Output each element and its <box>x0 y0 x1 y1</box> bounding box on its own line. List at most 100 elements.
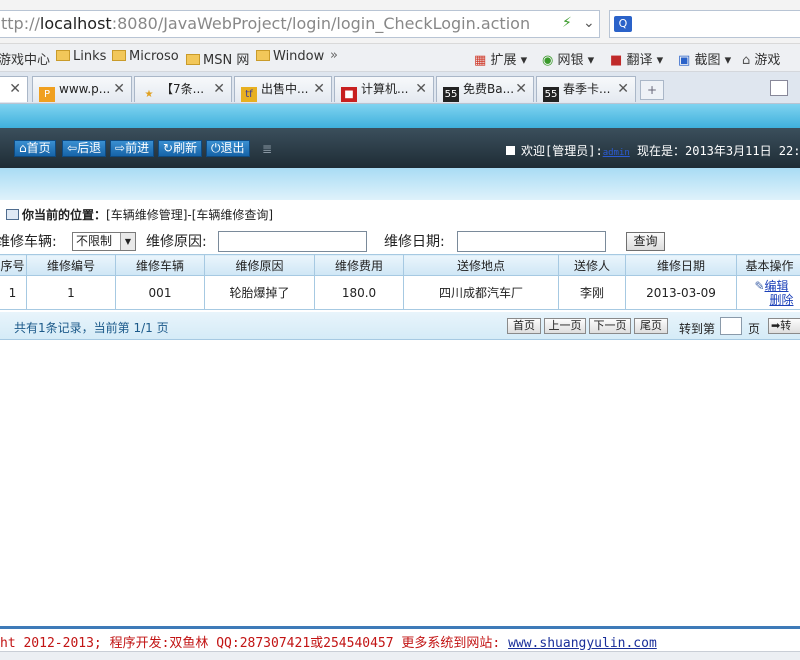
col-place: 送修地点 <box>403 254 559 276</box>
cell-vehicle: 001 <box>115 275 205 310</box>
toolbar-extensions[interactable]: ▦ 扩展 ▾ <box>474 49 527 68</box>
col-vehicle: 维修车辆 <box>115 254 205 276</box>
toolbar-games[interactable]: ⌂ 游戏 <box>742 49 780 68</box>
header-nav-bar: ⌂首页 ⇦后退 ⇨前进 ↻刷新 ⏻退出 ≣ 欢迎[管理员]:admin 现在是：… <box>0 128 800 168</box>
url-host: localhost <box>39 14 112 33</box>
nav-back-button[interactable]: ⇦后退 <box>62 140 107 157</box>
col-person: 送修人 <box>558 254 626 276</box>
site55-icon: 55 <box>443 87 459 102</box>
star-icon: ★ <box>144 89 154 100</box>
first-page-button[interactable]: 首页 <box>507 318 541 334</box>
last-page-button[interactable]: 尾页 <box>634 318 668 334</box>
tab-spring[interactable]: 55 春季卡... ✕ <box>536 76 636 102</box>
new-tab-button[interactable]: + <box>640 80 664 100</box>
next-page-button[interactable]: 下一页 <box>589 318 631 334</box>
header-banner <box>0 104 800 128</box>
tab-active[interactable]: ✕ <box>0 76 28 102</box>
col-reason: 维修原因 <box>204 254 315 276</box>
tab-free[interactable]: 55 免费Ba... ✕ <box>436 76 534 102</box>
browser-address-row: ttp://localhost:8080/JavaWebProject/logi… <box>0 0 800 44</box>
nav-logout-button[interactable]: ⏻退出 <box>206 140 250 157</box>
header-bottom-band <box>0 168 800 200</box>
col-code: 维修编号 <box>26 254 116 276</box>
go-button[interactable]: ➡转 <box>768 318 800 334</box>
cell-person: 李刚 <box>558 275 626 310</box>
fav-item-windows[interactable]: Window <box>256 49 324 64</box>
cell-cost: 180.0 <box>314 275 404 310</box>
toolbar-ebank[interactable]: ◉ 网银 ▾ <box>542 49 594 68</box>
close-icon[interactable]: ✕ <box>9 77 21 101</box>
date-input[interactable] <box>457 231 606 252</box>
fav-item-microsoft[interactable]: Microso <box>112 49 179 64</box>
close-icon[interactable]: ✕ <box>515 77 527 101</box>
close-icon[interactable]: ✕ <box>313 77 325 101</box>
close-icon[interactable]: ✕ <box>415 77 427 101</box>
home-icon: ⌂ <box>19 141 27 155</box>
cell-date: 2013-03-09 <box>625 275 737 310</box>
col-date: 维修日期 <box>625 254 737 276</box>
edit-link[interactable]: 编辑 <box>765 279 789 293</box>
cell-ops: ✎编辑 删除 <box>736 275 800 310</box>
pager-info: 共有1条记录，当前第 1/1 页 <box>14 321 169 335</box>
col-index: 序号 <box>0 254 27 276</box>
cell-reason: 轮胎爆掉了 <box>204 275 315 310</box>
close-icon[interactable]: ✕ <box>617 77 629 101</box>
arrow-right-icon: ➡ <box>771 319 781 332</box>
url-prefix: ttp:// <box>1 14 40 33</box>
compat-icon[interactable]: ⚡ <box>562 15 572 31</box>
pencil-icon: ✎ <box>754 278 765 293</box>
close-icon[interactable]: ✕ <box>113 77 125 101</box>
page-number-input[interactable] <box>720 317 742 335</box>
close-icon[interactable]: ✕ <box>213 77 225 101</box>
browser-status-bar <box>0 651 800 660</box>
welcome-text: 欢迎[管理员]:admin 现在是：2013年3月11日 22:11:3 <box>506 142 800 159</box>
ebank-icon: ◉ <box>542 53 554 68</box>
search-input[interactable]: Q <box>609 10 800 38</box>
fav-item-games[interactable]: 游戏中心 <box>0 49 50 68</box>
folder-icon <box>256 50 270 61</box>
folder-icon <box>186 54 200 65</box>
table-row: 1 1 001 轮胎爆掉了 180.0 四川成都汽车厂 李刚 2013-03-0… <box>0 275 800 310</box>
toolbar-screenshot[interactable]: ▣ 截图 ▾ <box>678 49 731 68</box>
extensions-icon: ▦ <box>474 53 487 68</box>
vehicle-label: 维修车辆: <box>0 234 57 250</box>
quick-tabs-icon[interactable] <box>770 80 788 96</box>
website-link[interactable]: www.shuangyulin.com <box>508 636 657 651</box>
cell-code: 1 <box>26 275 116 310</box>
copyright-footer: ht 2012-2013; 程序开发:双鱼林 QQ:287307421或2545… <box>0 636 657 651</box>
tab-7items[interactable]: ★ 【7条... ✕ <box>134 76 232 102</box>
url-dropdown-icon[interactable]: ⌄ <box>583 15 595 31</box>
tab-phpmyadmin[interactable]: Pwww.p... ✕ <box>32 76 132 102</box>
table-header-row: 序号 维修编号 维修车辆 维修原因 维修费用 送修地点 送修人 维修日期 基本操… <box>0 254 800 276</box>
nav-forward-button[interactable]: ⇨前进 <box>110 140 155 157</box>
fav-item-msn[interactable]: MSN 网 <box>186 49 249 68</box>
fav-item-links[interactable]: Links <box>56 49 106 64</box>
screenshot-icon: ▣ <box>678 53 691 68</box>
search-engine-icon[interactable]: Q <box>614 16 632 32</box>
vehicle-select[interactable]: 不限制 ▼ <box>72 232 136 251</box>
arrow-right-icon: ⇨ <box>115 141 126 155</box>
chevron-down-icon: ▼ <box>120 233 135 250</box>
translate-icon: ■ <box>610 53 623 68</box>
tab-selling[interactable]: tf 出售中... ✕ <box>234 76 332 102</box>
delete-link[interactable]: 删除 <box>769 293 793 307</box>
admin-link[interactable]: admin <box>603 148 630 158</box>
folder-icon <box>112 50 126 61</box>
book-icon <box>6 209 19 220</box>
date-label: 维修日期: <box>384 234 445 250</box>
goto-label: 转到第 <box>679 322 716 336</box>
reason-input[interactable] <box>218 231 367 252</box>
chevron-more-icon[interactable]: » <box>330 48 338 63</box>
toolbar-translate[interactable]: ■ 翻译 ▾ <box>610 49 663 68</box>
folder-icon <box>56 50 70 61</box>
refresh-icon: ↻ <box>163 141 174 155</box>
tab-strip: ✕ Pwww.p... ✕ ★ 【7条... ✕ tf 出售中... ✕ ■ 计算机... ✕… <box>0 72 800 104</box>
tab-computer[interactable]: ■ 计算机... ✕ <box>334 76 434 102</box>
power-icon: ⏻ <box>211 141 221 155</box>
url-bar[interactable]: ttp://localhost:8080/JavaWebProject/logi… <box>0 10 600 38</box>
nav-home-button[interactable]: ⌂首页 <box>14 140 56 157</box>
prev-page-button[interactable]: 上一页 <box>544 318 586 334</box>
nav-refresh-button[interactable]: ↻刷新 <box>158 140 203 157</box>
query-button[interactable]: 查询 <box>626 232 665 251</box>
search-filter-row: 维修车辆: 不限制 ▼ 维修原因: 维修日期: 查询 <box>0 228 800 254</box>
